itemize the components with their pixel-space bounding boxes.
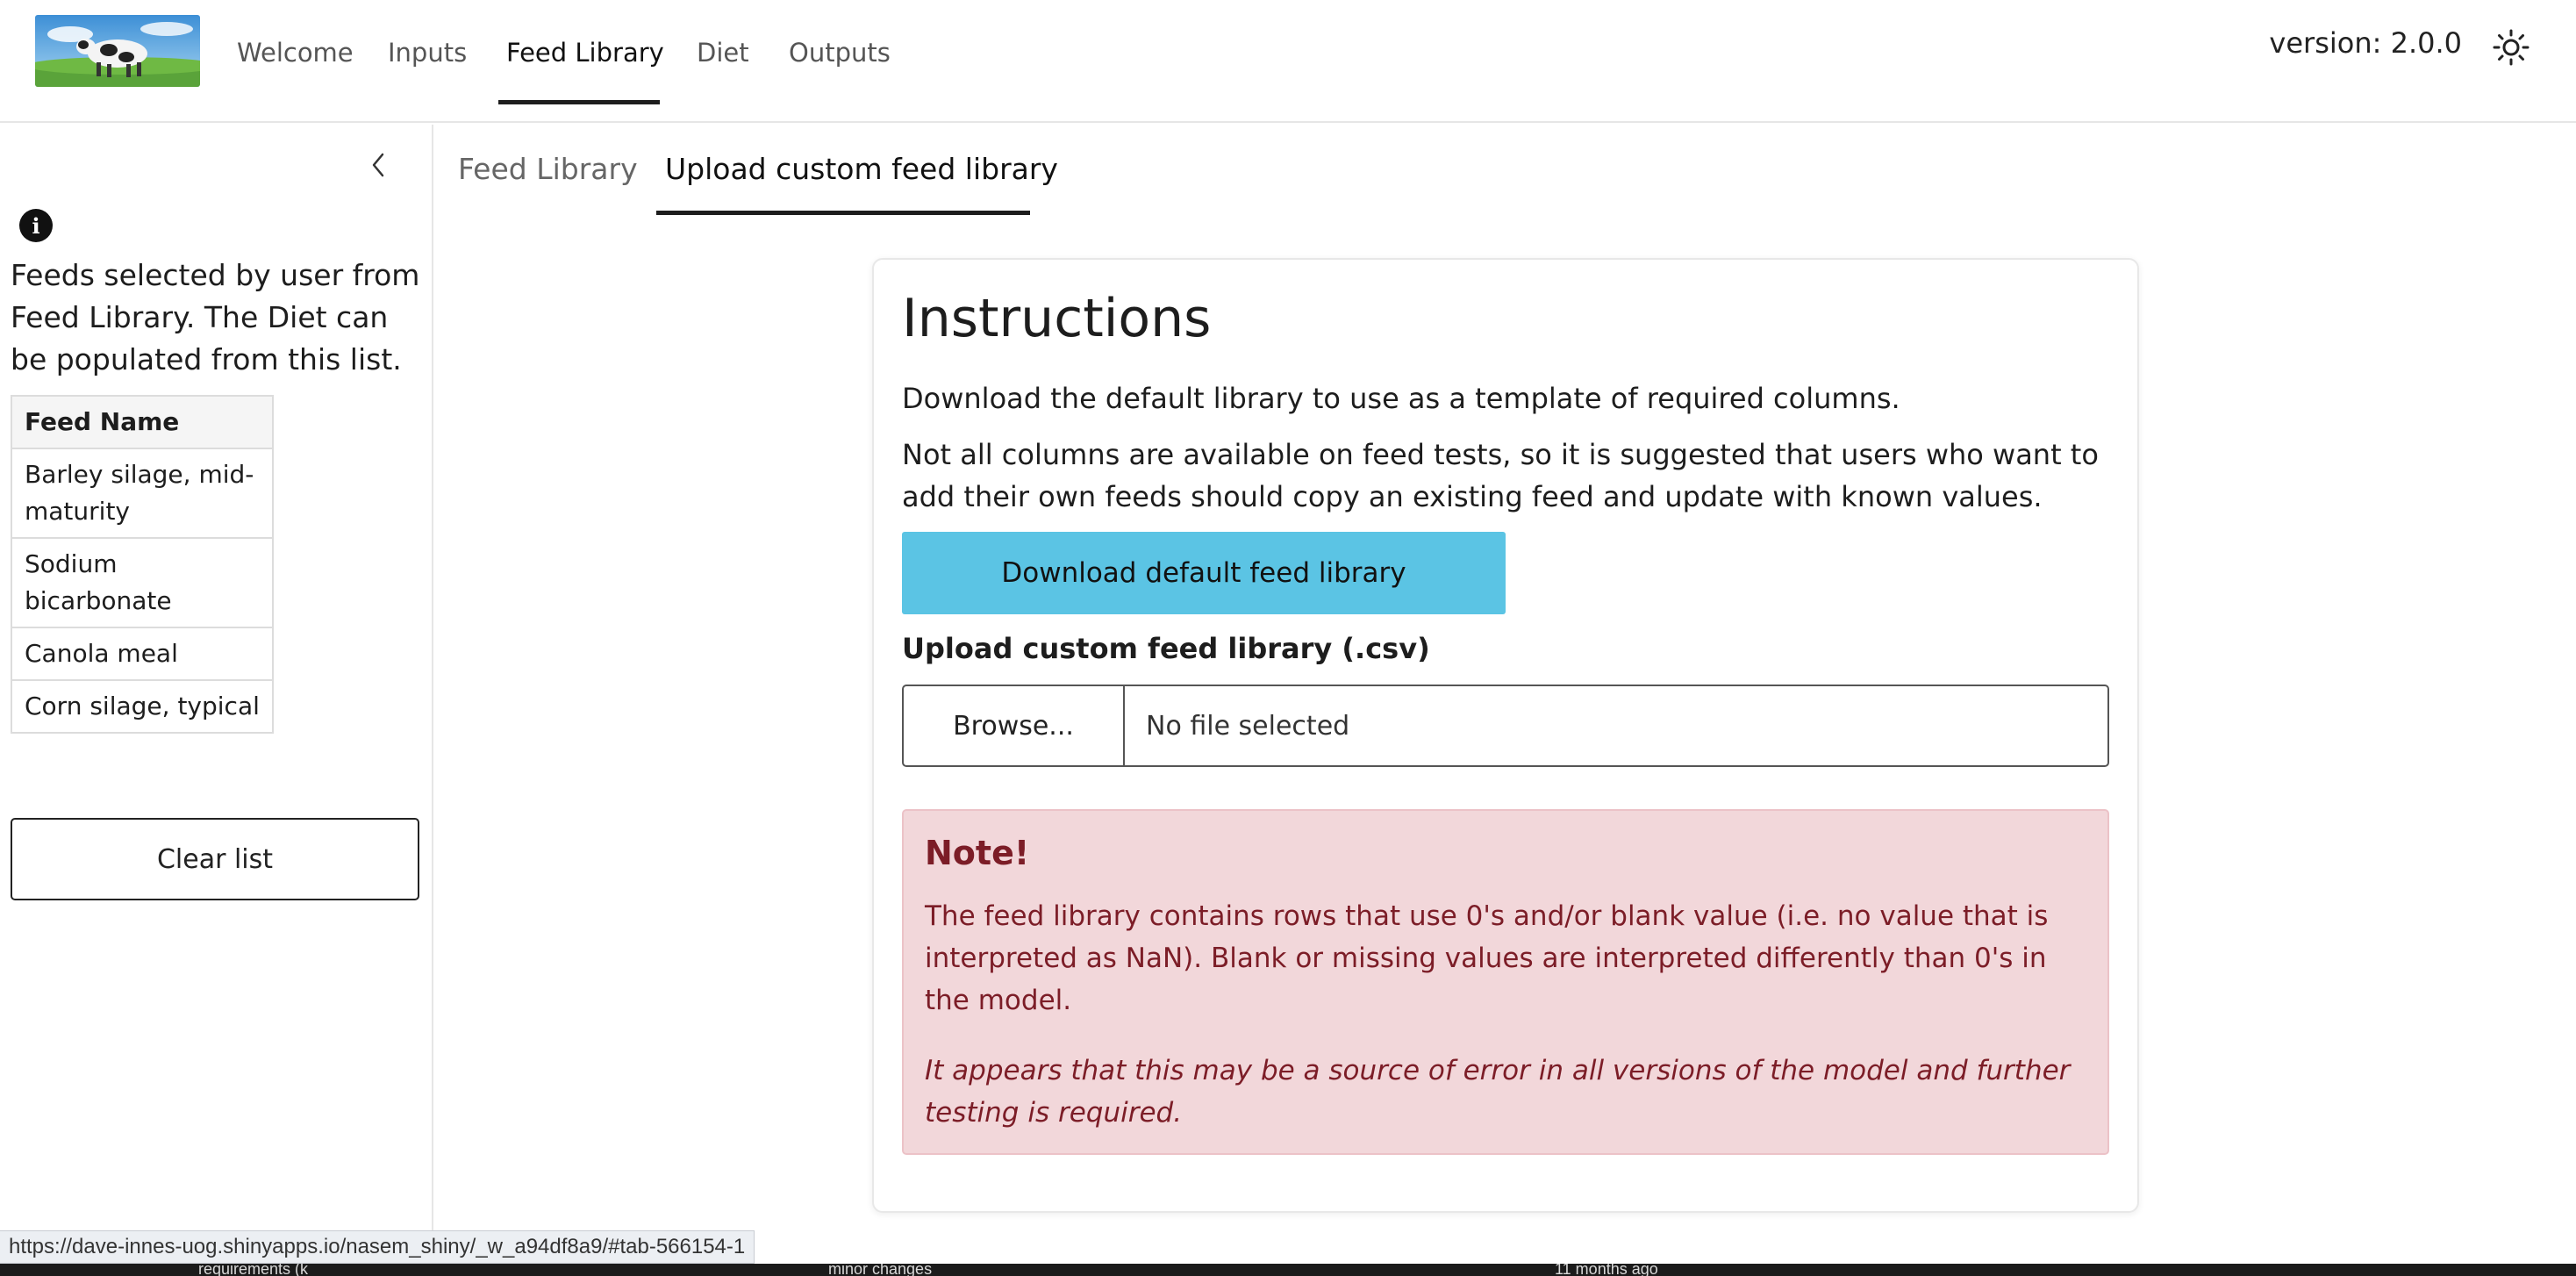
note-alert: Note! The feed library contains rows tha… xyxy=(902,809,2109,1155)
table-row[interactable]: Sodium bicarbonate xyxy=(11,537,274,628)
instructions-card: Instructions Download the default librar… xyxy=(872,258,2139,1213)
table-cell: Sodium bicarbonate xyxy=(11,537,274,628)
app-logo[interactable] xyxy=(35,15,200,87)
version-label: version: 2.0.0 xyxy=(2269,26,2462,60)
sidebar: i Feeds selected by user from Feed Libra… xyxy=(0,125,433,1276)
note-title: Note! xyxy=(925,834,1030,872)
browse-button[interactable]: Browse... xyxy=(904,686,1125,765)
nav-tab-feed-library[interactable]: Feed Library xyxy=(506,0,664,105)
chevron-left-icon[interactable] xyxy=(367,149,391,181)
bottom-strip: requirements (k minor changes 11 months … xyxy=(0,1264,2576,1276)
active-subtab-indicator xyxy=(656,211,1030,215)
note-italic-text: It appears that this may be a source of … xyxy=(925,1055,2071,1129)
table-cell: Corn silage, typical xyxy=(11,679,274,734)
subtab-feed-library[interactable]: Feed Library xyxy=(458,125,638,212)
table-cell: Barley silage, mid-maturity xyxy=(11,448,274,539)
file-upload-input[interactable]: Browse... No file selected xyxy=(902,685,2109,767)
card-title: Instructions xyxy=(902,288,1212,349)
nav-tab-diet[interactable]: Diet xyxy=(697,0,749,105)
subtab-upload-custom-feed-library[interactable]: Upload custom feed library xyxy=(665,125,1058,212)
upload-label: Upload custom feed library (.csv) xyxy=(902,632,1430,665)
clear-list-button[interactable]: Clear list xyxy=(11,818,419,900)
bottom-fragment: requirements (k xyxy=(198,1264,309,1276)
table-row[interactable]: Canola meal xyxy=(11,627,274,681)
table-header-feed-name: Feed Name xyxy=(11,395,274,449)
download-default-library-button[interactable]: Download default feed library xyxy=(902,532,1506,614)
table-row[interactable]: Barley silage, mid-maturity xyxy=(11,448,274,539)
status-url: https://dave-innes-uog.shinyapps.io/nase… xyxy=(0,1230,755,1264)
nav-tab-outputs[interactable]: Outputs xyxy=(789,0,891,105)
bottom-fragment: 11 months ago xyxy=(1555,1264,1658,1276)
sun-icon[interactable] xyxy=(2492,28,2530,67)
nav-tab-inputs[interactable]: Inputs xyxy=(388,0,467,105)
selected-feeds-table: Feed Name Barley silage, mid-maturity So… xyxy=(11,395,274,734)
top-navbar: Welcome Inputs Feed Library Diet Outputs… xyxy=(0,0,2576,123)
table-row[interactable]: Corn silage, typical xyxy=(11,679,274,734)
active-tab-indicator xyxy=(498,100,660,104)
instructions-paragraph-2: Not all columns are available on feed te… xyxy=(902,438,2099,513)
note-body: The feed library contains rows that use … xyxy=(925,900,2049,1016)
instructions-paragraph-1: Download the default library to use as a… xyxy=(902,382,1900,415)
sidebar-description: Feeds selected by user from Feed Library… xyxy=(11,258,420,376)
table-cell: Canola meal xyxy=(11,627,274,681)
bottom-fragment: minor changes xyxy=(828,1264,933,1276)
info-icon[interactable]: i xyxy=(19,209,53,242)
nav-tab-welcome[interactable]: Welcome xyxy=(237,0,354,105)
file-status-text[interactable]: No file selected xyxy=(1125,686,2107,765)
